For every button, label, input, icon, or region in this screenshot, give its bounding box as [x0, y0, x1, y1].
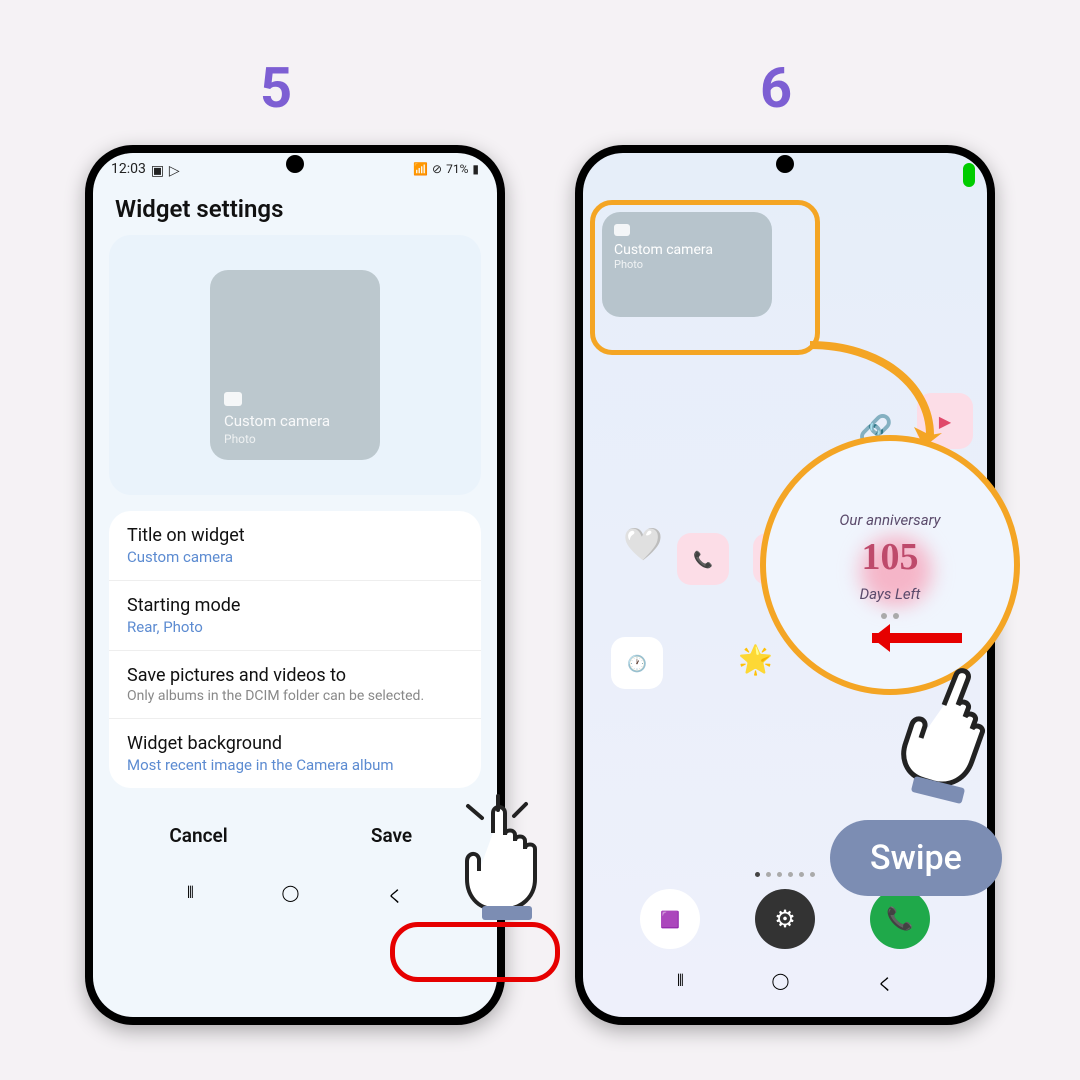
page-title: Widget settings: [93, 179, 497, 235]
widget-sub: Photo: [224, 432, 366, 446]
row-value: Most recent image in the Camera album: [127, 756, 463, 774]
nav-home-icon[interactable]: ◯: [282, 883, 300, 907]
heart-icon: 🤍: [623, 525, 663, 563]
nav-back-icon[interactable]: く: [387, 883, 403, 907]
step-5-label: 5: [260, 55, 292, 121]
row-label: Widget background: [127, 733, 463, 754]
step-6-label: 6: [760, 55, 792, 121]
dock: 🟪 ⚙ 📞: [613, 889, 957, 949]
screen-step5: 12:03 ▣ ▷ 📶 ⊘ 71% ▮ Widget settings Cust…: [93, 153, 497, 1017]
cancel-button[interactable]: Cancel: [109, 812, 288, 859]
row-label: Save pictures and videos to: [127, 665, 463, 686]
tap-hand-icon: [438, 788, 578, 928]
dock-themekit-icon[interactable]: 🟪: [640, 889, 700, 949]
bottom-buttons: Cancel Save: [109, 812, 481, 859]
star-icon: 🌟: [738, 643, 773, 676]
green-indicator: [963, 163, 975, 187]
mag-pager: [839, 613, 940, 619]
row-starting-mode[interactable]: Starting mode Rear, Photo: [109, 581, 481, 651]
wifi-icon: 📶: [413, 162, 428, 176]
row-label: Starting mode: [127, 595, 463, 616]
row-desc: Only albums in the DCIM folder can be se…: [127, 688, 463, 704]
row-value: Custom camera: [127, 548, 463, 566]
widget-title: Custom camera: [224, 412, 366, 430]
nav-back-icon[interactable]: く: [877, 971, 893, 995]
widget-highlight-box: [590, 200, 820, 355]
swipe-hand-icon: [882, 650, 1032, 810]
mag-sub: Days Left: [839, 585, 940, 603]
swipe-label: Swipe: [830, 820, 1002, 896]
settings-list: Title on widget Custom camera Starting m…: [109, 511, 481, 788]
nav-recents-icon[interactable]: ⦀: [677, 971, 684, 995]
row-widget-bg[interactable]: Widget background Most recent image in t…: [109, 719, 481, 788]
dock-phone-icon[interactable]: 📞: [870, 889, 930, 949]
dock-settings-icon[interactable]: ⚙: [755, 889, 815, 949]
play-icon: ▷: [169, 163, 182, 176]
battery-icon: ▮: [472, 162, 479, 176]
row-save-to[interactable]: Save pictures and videos to Only albums …: [109, 651, 481, 719]
anti-icon: ⊘: [432, 162, 442, 176]
row-value: Rear, Photo: [127, 618, 463, 636]
mag-title: Our anniversary: [839, 511, 940, 529]
front-camera-icon: [776, 155, 794, 173]
nav-bar: ⦀ ◯ く: [583, 957, 987, 1009]
front-camera-icon: [286, 155, 304, 173]
row-title-on-widget[interactable]: Title on widget Custom camera: [109, 511, 481, 581]
image-icon: ▣: [151, 163, 164, 176]
nav-home-icon[interactable]: ◯: [772, 971, 790, 995]
clock-app-icon[interactable]: 🕐: [611, 637, 663, 689]
widget-preview: Custom camera Photo: [109, 235, 481, 495]
phone-icon[interactable]: 📞: [677, 533, 729, 585]
widget-tile: Custom camera Photo: [210, 270, 380, 460]
nav-bar: ⦀ ◯ く: [93, 869, 497, 921]
save-highlight-box: [390, 922, 560, 982]
battery-pct: 71%: [446, 162, 468, 176]
camera-icon: [224, 392, 242, 406]
row-label: Title on widget: [127, 525, 463, 546]
status-time: 12:03: [111, 161, 146, 177]
nav-recents-icon[interactable]: ⦀: [187, 883, 194, 907]
mag-number: 105: [839, 535, 940, 579]
